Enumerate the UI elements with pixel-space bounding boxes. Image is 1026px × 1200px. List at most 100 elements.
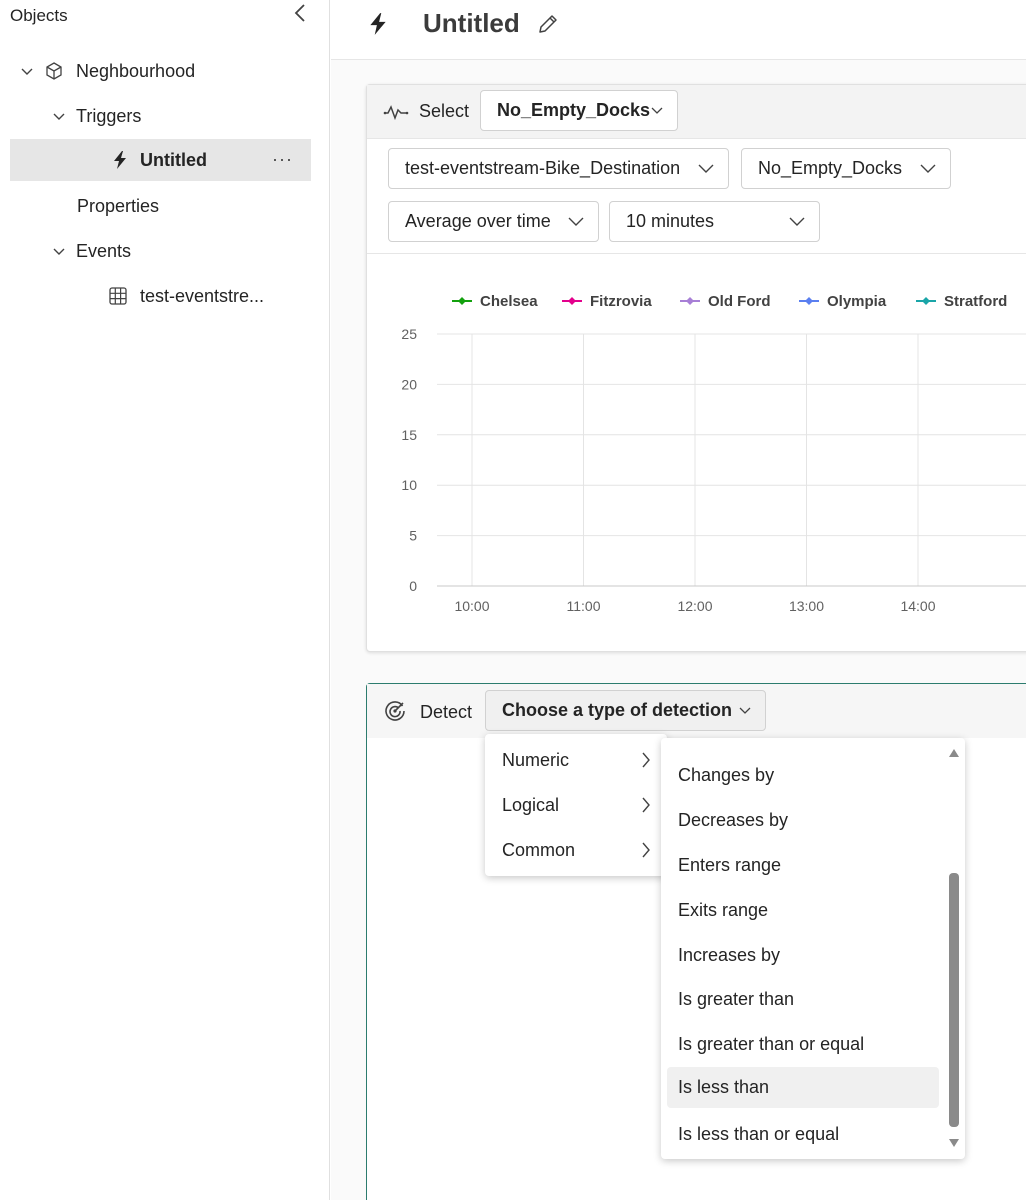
window-dropdown[interactable]: 10 minutes: [609, 201, 820, 242]
line-chart: 051015202510:0011:0012:0013:0014:0015Che…: [401, 293, 1026, 614]
y-tick-label: 15: [401, 427, 417, 443]
option-is-greater-than-or-equal[interactable]: Is greater than or equal: [661, 1024, 965, 1064]
sidebar-title: Objects: [10, 6, 68, 25]
select-card: Select No_Empty_Docks test-eventstream-B…: [366, 84, 1026, 652]
option-label: Increases by: [678, 944, 781, 965]
chevron-right-icon: [642, 842, 650, 858]
chevron-down-icon: [568, 217, 584, 226]
select-toolbar: Select No_Empty_Docks: [367, 85, 1026, 139]
source-dropdown[interactable]: test-eventstream-Bike_Destination: [388, 148, 729, 189]
y-tick-label: 20: [401, 376, 417, 392]
tree-item-label: test-eventstre...: [140, 285, 265, 306]
y-tick-label: 5: [409, 528, 417, 544]
detection-category-menu: Numeric Logical Common: [485, 734, 667, 876]
aggregation-dropdown[interactable]: Average over time: [388, 201, 599, 242]
option-is-greater-than[interactable]: Is greater than: [661, 979, 965, 1019]
legend-label: Chelsea: [480, 293, 538, 310]
objects-sidebar: Objects Neghbourhood Triggers Untitled ·…: [0, 0, 330, 1200]
option-label: Is less than or equal: [678, 1123, 840, 1144]
tree-item-triggers[interactable]: Triggers: [52, 95, 302, 137]
tree-item-label: Triggers: [76, 105, 142, 126]
signal-wave-icon: [383, 105, 409, 121]
chevron-down-icon: [651, 107, 663, 114]
x-tick-label: 14:00: [900, 598, 935, 614]
x-tick-label: 12:00: [677, 598, 712, 614]
menu-item-numeric[interactable]: Numeric: [485, 740, 667, 780]
legend-label: Stratford: [944, 293, 1007, 310]
option-exits-range[interactable]: Exits range: [661, 890, 965, 930]
option-label: Enters range: [678, 854, 782, 875]
lightning-bolt-icon: [114, 151, 126, 169]
option-label: Exits range: [678, 899, 769, 920]
more-options-icon[interactable]: ···: [272, 149, 293, 170]
x-tick-label: 10:00: [454, 598, 489, 614]
tree-item-eventstream[interactable]: test-eventstre...: [108, 275, 308, 317]
menu-item-label: Common: [502, 839, 576, 860]
legend-marker-icon: [458, 297, 466, 305]
chevron-right-icon: [642, 752, 650, 768]
legend-label: Old Ford: [708, 293, 771, 310]
option-label: Is greater than: [678, 988, 795, 1009]
detect-label: Detect: [420, 702, 473, 722]
option-label: Changes by: [678, 764, 775, 785]
menu-item-common[interactable]: Common: [485, 830, 667, 870]
scroll-up-arrow-icon[interactable]: [948, 748, 960, 758]
chevron-down-icon[interactable]: [20, 64, 34, 78]
chevron-down-icon: [789, 217, 805, 226]
select-label: Select: [419, 101, 470, 121]
tree-item-label: Properties: [77, 195, 160, 216]
tree-item-events[interactable]: Events: [52, 230, 302, 272]
tree-item-label: Neghbourhood: [76, 60, 196, 81]
chevron-down-icon[interactable]: [52, 109, 66, 123]
field-dropdown[interactable]: No_Empty_Docks: [741, 148, 951, 189]
legend-marker-icon: [922, 297, 930, 305]
option-decreases-by[interactable]: Decreases by: [661, 800, 965, 840]
chevron-down-icon[interactable]: [52, 244, 66, 258]
chart-area: 051015202510:0011:0012:0013:0014:0015Che…: [367, 253, 1026, 651]
scroll-down-arrow-icon[interactable]: [948, 1138, 960, 1148]
x-tick-label: 13:00: [789, 598, 824, 614]
option-increases-by[interactable]: Increases by: [661, 935, 965, 975]
menu-item-label: Logical: [502, 794, 560, 815]
y-tick-label: 25: [401, 326, 417, 342]
detect-toolbar: Detect Choose a type of detection: [367, 684, 1026, 738]
menu-item-logical[interactable]: Logical: [485, 785, 667, 825]
radar-icon: [385, 701, 405, 721]
property-dropdown[interactable]: No_Empty_Docks: [480, 90, 678, 131]
detection-type-dropdown[interactable]: Choose a type of detection: [485, 690, 766, 731]
cube-icon: [46, 62, 62, 80]
x-tick-label: 11:00: [567, 598, 601, 614]
legend-marker-icon: [686, 297, 694, 305]
legend-label: Olympia: [827, 293, 887, 310]
option-is-less-than[interactable]: Is less than: [667, 1067, 939, 1108]
field-dropdown-value: No_Empty_Docks: [758, 158, 903, 178]
source-dropdown-value: test-eventstream-Bike_Destination: [405, 158, 681, 178]
tree-item-label: Untitled: [140, 150, 207, 170]
legend-label: Fitzrovia: [590, 293, 652, 310]
option-label: Is less than: [678, 1077, 770, 1097]
aggregation-dropdown-value: Average over time: [405, 211, 551, 231]
detection-type-dropdown-value: Choose a type of detection: [502, 700, 733, 720]
page-title: Untitled: [423, 8, 520, 38]
collapse-sidebar-icon[interactable]: [290, 2, 312, 24]
option-enters-range[interactable]: Enters range: [661, 845, 965, 885]
chevron-right-icon: [642, 797, 650, 813]
option-label: Is greater than or equal: [678, 1033, 865, 1054]
numeric-detection-submenu: Changes by Decreases by Enters range Exi…: [661, 738, 965, 1159]
option-changes-by[interactable]: Changes by: [661, 755, 965, 795]
y-tick-label: 0: [409, 578, 417, 594]
edit-pencil-icon[interactable]: [536, 12, 560, 36]
chevron-down-icon: [920, 164, 936, 173]
menu-item-label: Numeric: [502, 749, 570, 770]
property-dropdown-value: No_Empty_Docks: [497, 100, 651, 120]
option-is-less-than-or-equal[interactable]: Is less than or equal: [661, 1114, 965, 1154]
legend-marker-icon: [805, 297, 813, 305]
chevron-down-icon: [739, 707, 751, 714]
window-dropdown-value: 10 minutes: [626, 211, 715, 231]
tree-item-untitled-trigger[interactable]: Untitled ···: [10, 139, 311, 181]
scrollbar-thumb[interactable]: [949, 873, 959, 1127]
y-tick-label: 10: [401, 477, 417, 493]
tree-item-neighbourhood[interactable]: Neghbourhood: [20, 50, 310, 92]
tree-item-properties[interactable]: Properties: [77, 185, 277, 227]
option-label: Decreases by: [678, 809, 789, 830]
